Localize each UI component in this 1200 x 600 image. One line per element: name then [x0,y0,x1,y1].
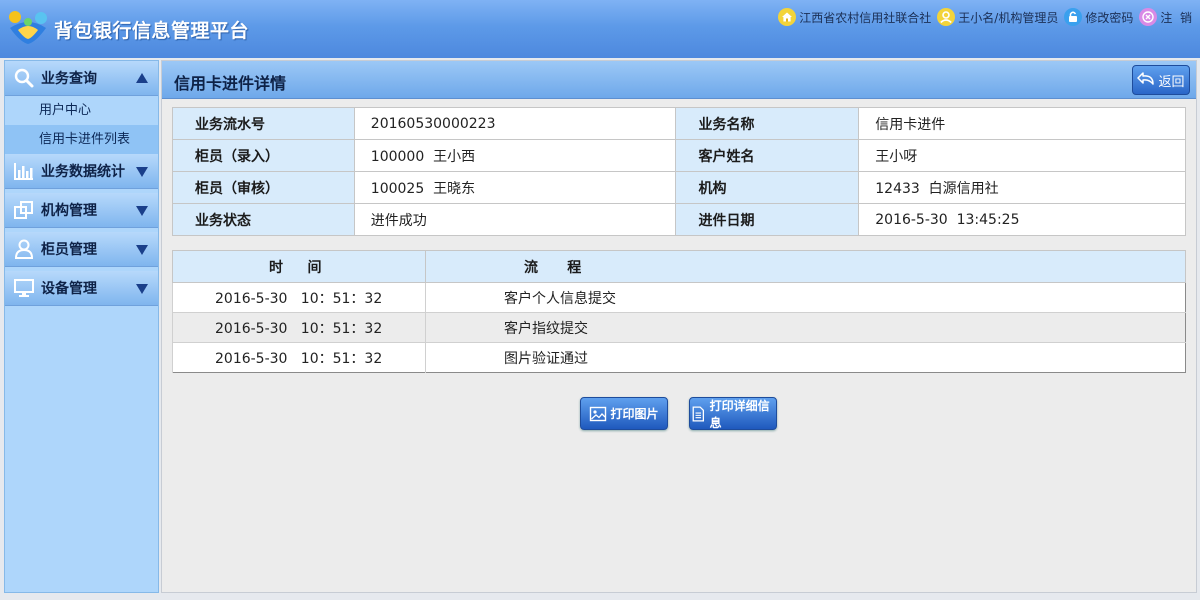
table-row: 业务状态 进件成功 进件日期 2016-5-30 13:45:25 [172,203,1186,236]
lock-icon [1064,8,1083,26]
process-step: 客户个人信息提交 [425,282,1186,313]
field-value: 进件成功 [353,203,677,236]
sidebar-group-business-query[interactable]: 业务查询 [5,61,158,96]
print-image-label: 打印图片 [610,407,659,421]
field-label: 进件日期 [675,203,860,236]
process-time: 2016-5-30 10：51：32 [172,282,426,313]
main-panel: 信用卡进件详情 返回 业务流水号 20160530000223 业务名称 信用卡… [161,60,1197,593]
sidebar-group-device-management[interactable]: 设备管理 [5,271,158,306]
back-button[interactable]: 返回 [1132,65,1190,95]
sidebar-group-teller-management[interactable]: 柜员管理 [5,232,158,267]
field-value: 100025 王晓东 [353,171,677,204]
table-row: 2016-5-30 10：51：32 客户个人信息提交 [172,282,1186,313]
process-step: 图片验证通过 [425,342,1186,373]
field-label: 业务流水号 [172,107,355,140]
sidebar-group-label: 柜员管理 [41,242,97,258]
field-label: 业务状态 [172,203,355,236]
monitor-icon [14,279,34,297]
search-icon [14,68,34,88]
field-label: 柜员（审核） [172,171,355,204]
org-link[interactable]: 江西省农村信用社联合社 [778,8,931,26]
field-label: 客户姓名 [675,139,860,172]
logout-label: 注 销 [1160,10,1192,25]
brand-logo-icon [9,11,47,44]
sidebar: 业务查询 用户中心 信用卡进件列表 业务数据统计 机构管理 柜员管理 设备管理 [4,60,159,593]
page-title: 信用卡进件详情 [174,74,287,93]
bar-chart-icon [14,163,33,180]
sidebar-group-org-management[interactable]: 机构管理 [5,193,158,228]
detail-info-table: 业务流水号 20160530000223 业务名称 信用卡进件 柜员（录入） 1… [172,107,1186,236]
change-password-link[interactable]: 修改密码 [1064,8,1133,26]
field-label: 业务名称 [675,107,860,140]
app-title: 背包银行信息管理平台 [54,20,250,42]
field-label: 机构 [675,171,860,204]
chevron-down-icon [136,167,148,177]
sidebar-item-user-center[interactable]: 用户中心 [5,96,158,125]
table-row: 业务流水号 20160530000223 业务名称 信用卡进件 [172,107,1186,140]
print-detail-button[interactable]: 打印详细信息 [689,397,777,430]
table-row: 柜员（录入） 100000 王小西 客户姓名 王小呀 [172,139,1186,172]
home-icon [778,8,797,26]
chevron-down-icon [136,284,148,294]
field-value: 王小呀 [858,139,1186,172]
table-row: 2016-5-30 10：51：32 客户指纹提交 [172,312,1186,343]
field-value: 信用卡进件 [858,107,1186,140]
process-step: 客户指纹提交 [425,312,1186,343]
process-time: 2016-5-30 10：51：32 [172,342,426,373]
org-name: 江西省农村信用社联合社 [799,10,932,25]
process-table: 时 间 流 程 2016-5-30 10：51：32 客户个人信息提交 2016… [172,250,1186,373]
user-link[interactable]: 王小名/机构管理员 [937,8,1058,26]
sidebar-group-statistics[interactable]: 业务数据统计 [5,154,158,189]
user-icon [14,239,34,259]
field-label: 柜员（录入） [172,139,355,172]
table-row: 柜员（审核） 100025 王晓东 机构 12433 白源信用社 [172,171,1186,204]
app-header: 背包银行信息管理平台 江西省农村信用社联合社 王小名/机构管理员 修改密码 注 … [0,0,1200,58]
table-header-row: 时 间 流 程 [172,250,1186,283]
chevron-down-icon [136,245,148,255]
field-value: 2016-5-30 13:45:25 [858,203,1186,236]
chevron-down-icon [136,206,148,216]
main-header: 信用卡进件详情 返回 [162,61,1196,99]
field-value: 20160530000223 [353,107,677,140]
image-icon [590,406,607,421]
document-icon [692,405,705,422]
sidebar-group-label: 机构管理 [41,203,97,219]
back-label: 返回 [1158,74,1185,90]
close-circle-icon [1139,8,1158,26]
print-image-button[interactable]: 打印图片 [580,397,668,430]
user-icon [937,8,956,26]
change-password-label: 修改密码 [1085,10,1134,25]
return-arrow-icon [1137,72,1155,85]
top-nav: 江西省农村信用社联合社 王小名/机构管理员 修改密码 注 销 [778,6,1192,28]
column-header-time: 时 间 [172,250,426,283]
field-value: 100000 王小西 [353,139,677,172]
table-row: 2016-5-30 10：51：32 图片验证通过 [172,342,1186,373]
user-name: 王小名/机构管理员 [958,10,1059,25]
sidebar-group-label: 设备管理 [41,281,97,297]
windows-icon [14,201,33,219]
field-value: 12433 白源信用社 [858,171,1186,204]
column-header-flow: 流 程 [425,250,1186,283]
sidebar-item-credit-card-list[interactable]: 信用卡进件列表 [5,125,158,154]
sidebar-group-label: 业务数据统计 [41,164,125,180]
print-detail-label: 打印详细信息 [709,398,770,430]
process-time: 2016-5-30 10：51：32 [172,312,426,343]
logout-link[interactable]: 注 销 [1139,8,1192,26]
sidebar-group-label: 业务查询 [41,71,97,87]
chevron-up-icon [136,73,148,83]
